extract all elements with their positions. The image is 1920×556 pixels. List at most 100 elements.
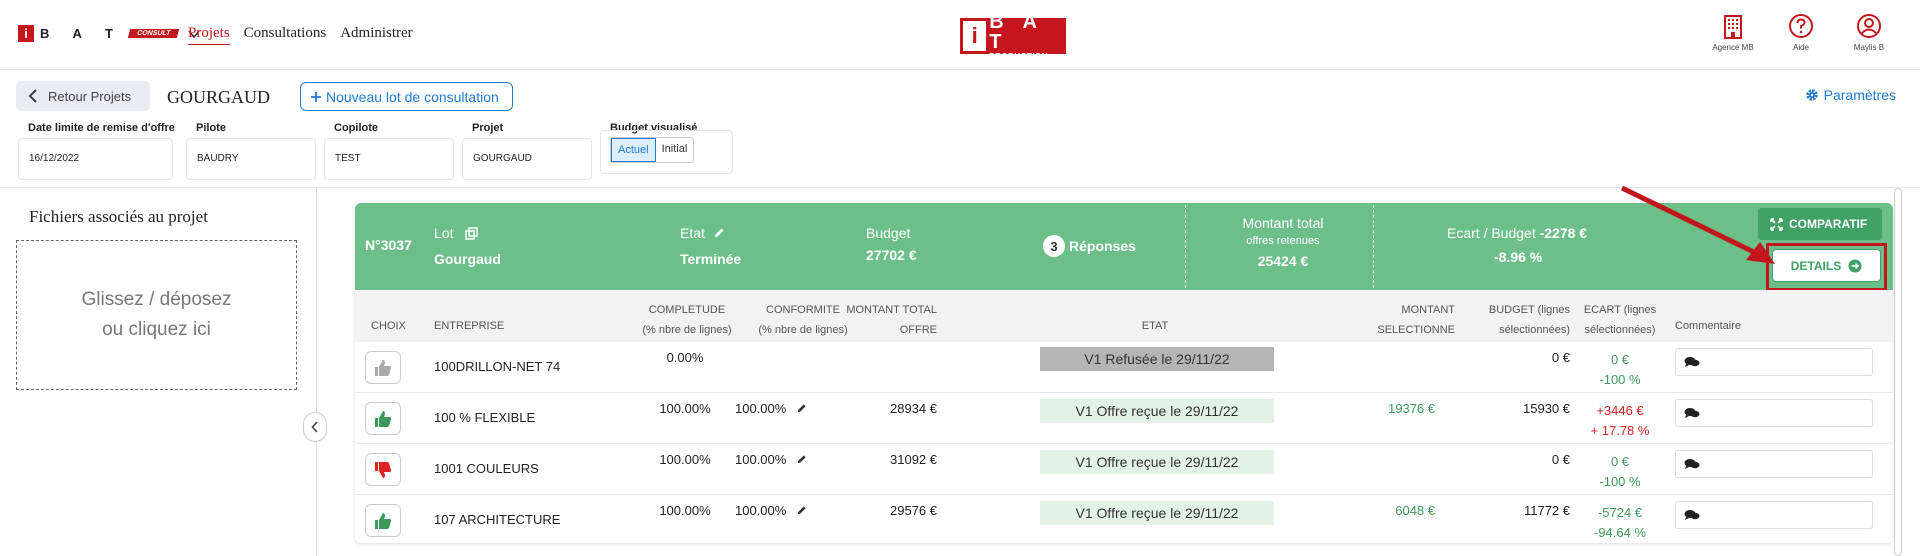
comment-field[interactable] [1675,450,1873,478]
comments-icon [1684,357,1700,367]
ibat-consult-logo[interactable]: i B A T CONSULT [18,25,200,42]
row-selectionne: 19376 € [1388,401,1435,416]
back-to-projects-button[interactable]: Retour Projets [16,81,150,111]
comment-field[interactable] [1675,501,1873,529]
scrollbar[interactable] [1894,188,1902,556]
col-ecart-sub: sélectionnées) [1584,324,1656,336]
copy-icon[interactable] [465,226,479,240]
pencil-icon[interactable] [796,505,807,516]
settings-label: Paramètres [1823,87,1896,103]
row-ecart-value: 0 € [1610,352,1630,367]
responses-number: 3 [1043,235,1065,257]
comment-field[interactable] [1675,399,1873,427]
nav-link-consultations[interactable]: Consultations [244,25,327,45]
agency-button[interactable]: Agence MB [1706,12,1760,52]
dropzone-line2: ou cliquez ici [102,319,211,340]
pencil-icon[interactable] [796,454,807,465]
collapse-sidebar-button[interactable] [303,412,327,442]
table-row: 1001 COULEURS 100.00% 100.00% 31092 € V1… [355,444,1893,495]
col-budget-lignes: BUDGET (lignes sélectionnées) [1455,300,1570,340]
col-entreprise: ENTREPRISE [434,320,505,332]
top-nav: i B A T CONSULT Projets Consultations Ad… [0,0,1920,70]
nav-link-projets[interactable]: Projets [188,25,230,45]
row-ecart-percent: -100 % [1599,372,1641,387]
row-entreprise: 100DRILLON-NET 74 [434,359,561,374]
projet-value[interactable]: GOURGAUD [462,138,592,180]
montant-total: Montant total offres retenues 25424 € [1223,215,1343,269]
new-lot-button[interactable]: Nouveau lot de consultation [300,82,513,111]
budget-actuel-option[interactable]: Actuel [611,138,656,162]
col-completude: COMPLETUDE (% nbre de lignes) [622,300,752,340]
lot-name: Gourgaud [434,251,501,267]
thumbs-up-icon [375,512,392,529]
back-label: Retour Projets [48,88,132,104]
row-conformite: 100.00% [735,401,807,416]
col-selectionne-sub: SELECTIONNE [1377,324,1455,336]
row-ecart-value: +3446 € [1596,403,1644,418]
deadline-value[interactable]: 16/12/2022 [18,138,173,180]
row-etat: V1 Offre reçue le 29/11/22 [1040,501,1274,525]
row-budget: 15930 € [1523,401,1570,416]
ecart-label: Ecart / Budget [1447,225,1536,241]
row-completude: 100.00% [659,503,711,518]
table-row: 100DRILLON-NET 74 0.00% V1 Refusée le 29… [355,342,1893,393]
help-label: Aide [1792,43,1809,52]
col-budget-sub: sélectionnées) [1499,324,1570,336]
montant-label: Montant total [1242,215,1324,231]
pencil-icon[interactable] [713,227,725,239]
row-ecart: +3446 € + 17.78 % [1570,401,1670,441]
row-ecart-percent: + 17.78 % [1590,423,1650,438]
pilote-label: Pilote [196,122,226,134]
files-sidebar: Fichiers associés au projet Glissez / dé… [0,188,317,556]
settings-link[interactable]: Paramètres [1805,87,1896,103]
pilote-value[interactable]: BAUDRY [186,138,316,180]
comments-icon [1684,459,1700,469]
center-logo-bat: B A T [989,10,1044,53]
row-selectionne: 6048 € [1395,503,1435,518]
row-entreprise: 107 ARCHITECTURE [434,512,561,527]
center-logo-i: i [963,21,987,51]
copilote-value[interactable]: TEST [324,138,454,180]
choice-accept-button[interactable] [365,402,401,435]
comment-field[interactable] [1675,348,1873,376]
col-montant: MONTANT TOTAL OFFRE [807,300,937,340]
montant-value: 25424 € [1257,253,1309,269]
help-button[interactable]: Aide [1774,12,1828,52]
row-conformite: 100.00% [735,503,807,518]
row-etat: V1 Refusée le 29/11/22 [1040,347,1274,371]
choice-neutral-button[interactable] [365,351,401,384]
user-menu-button[interactable]: Maylis B [1842,12,1896,52]
divider [1373,205,1374,288]
chevron-left-icon [28,89,37,103]
file-dropzone[interactable]: Glissez / déposez ou cliquez ici [16,240,297,390]
lot-label: Lot [434,225,454,241]
choice-reject-button[interactable] [365,453,401,486]
pencil-icon[interactable] [796,403,807,414]
col-montant-title: MONTANT TOTAL [846,304,937,316]
table-row: 107 ARCHITECTURE 100.00% 100.00% 29576 €… [355,495,1893,543]
col-montant-sub: OFFRE [899,324,937,336]
row-completude: 100.00% [659,401,711,416]
row-budget: 11772 € [1523,503,1570,518]
thumbs-up-icon [375,359,392,376]
lot-number: N°3037 [365,237,412,253]
ibat-production-logo: i B A T PRODUCTION [960,12,1066,61]
divider [1185,205,1186,288]
nav-link-administrer[interactable]: Administrer [340,25,413,45]
budget-initial-option[interactable]: Initial [656,138,694,162]
row-completude: 100.00% [659,452,711,467]
row-ecart-value: 0 € [1610,454,1630,469]
etat-value: Terminée [680,251,742,267]
row-etat: V1 Offre reçue le 29/11/22 [1040,450,1274,474]
budget-label: Budget [866,225,911,241]
row-ecart: -5724 € -94.64 % [1570,503,1670,543]
copilote-field: Copilote TEST [324,122,454,180]
row-conformite-value: 100.00% [735,401,787,416]
row-montant: 29576 € [890,503,937,518]
table-row: 100 % FLEXIBLE 100.00% 100.00% 28934 € V… [355,393,1893,444]
row-entreprise: 100 % FLEXIBLE [434,410,536,425]
logo-consult: CONSULT [127,29,180,38]
projet-field: Projet GOURGAUD [462,122,592,180]
col-selectionne-title: MONTANT [1401,304,1455,316]
choice-accept-button[interactable] [365,504,401,537]
